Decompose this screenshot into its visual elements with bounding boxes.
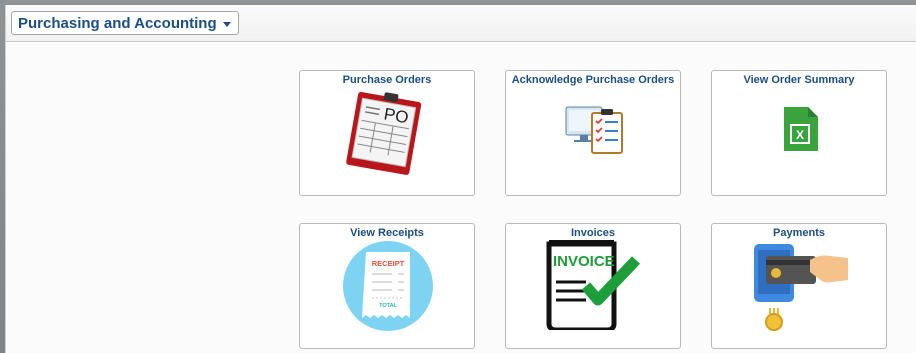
receipt-icon-label: RECEIPT	[372, 259, 405, 268]
tile-title: Payments	[773, 227, 825, 239]
homepage-selector-dropdown[interactable]: Purchasing and Accounting	[11, 11, 239, 35]
tile-title: Acknowledge Purchase Orders	[511, 74, 675, 86]
chevron-down-icon	[222, 21, 231, 27]
invoice-checkmark-icon: INVOICE	[546, 240, 640, 330]
acknowledge-checklist-icon	[565, 106, 623, 154]
top-bar: Purchasing and Accounting	[6, 5, 916, 42]
page-frame: Purchasing and Accounting Purchase Order…	[5, 5, 916, 353]
tile-view-order-summary[interactable]: View Order Summary X	[711, 70, 887, 196]
tile-purchase-orders[interactable]: Purchase Orders PO	[299, 70, 475, 196]
excel-icon-letter: X	[796, 128, 804, 142]
tile-view-receipts[interactable]: View Receipts RECEIPT TOTAL	[299, 223, 475, 349]
tile-title: View Receipts	[350, 227, 424, 239]
card-payment-icon	[754, 244, 848, 331]
tile-title: Purchase Orders	[342, 74, 432, 86]
tile-payments[interactable]: Payments	[711, 223, 887, 349]
receipt-total-label: TOTAL	[379, 303, 397, 309]
invoice-icon-label: INVOICE	[553, 253, 615, 270]
homepage-title: Purchasing and Accounting	[18, 14, 217, 32]
excel-file-icon: X	[784, 107, 818, 151]
receipt-icon: RECEIPT TOTAL	[343, 241, 433, 331]
tile-invoices[interactable]: Invoices INVOICE	[505, 223, 681, 349]
tile-title: View Order Summary	[743, 74, 855, 86]
tile-acknowledge-purchase-orders[interactable]: Acknowledge Purchase Orders	[505, 70, 681, 196]
purchase-order-clipboard-icon: PO	[346, 91, 422, 175]
